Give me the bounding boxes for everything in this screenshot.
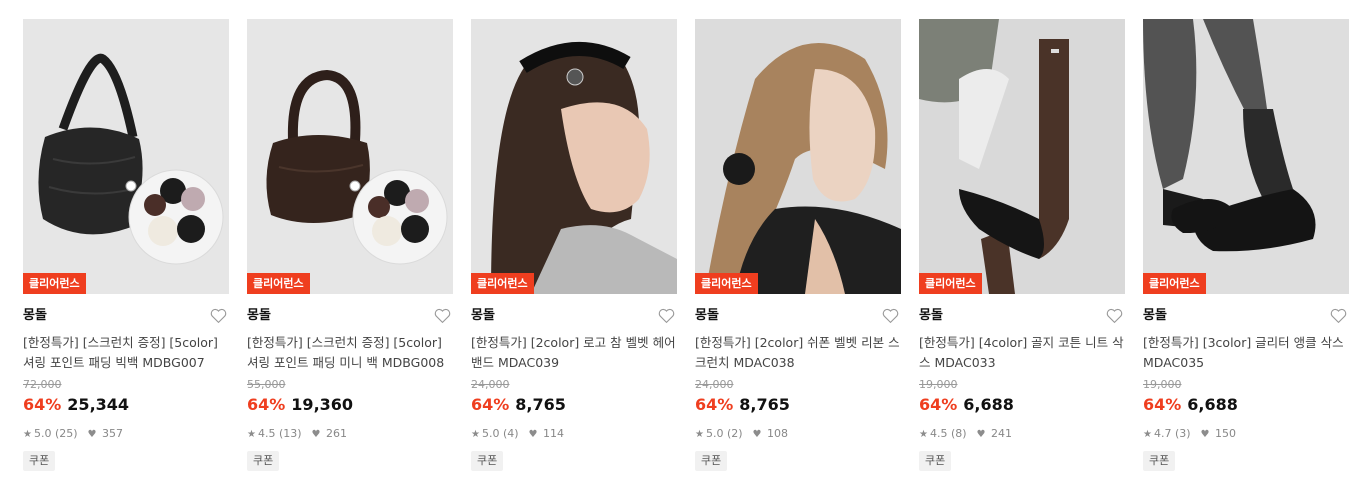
rating: 4.5 (13) [257, 427, 302, 440]
heart-icon[interactable] [434, 308, 451, 324]
heart-icon[interactable] [882, 308, 899, 324]
original-price: 19,000 [919, 378, 958, 391]
clearance-badge: 클리어런스 [695, 273, 758, 294]
coupon-tag[interactable]: 쿠폰 [247, 451, 280, 471]
original-price: 55,000 [247, 378, 286, 391]
heart-icon: ♥ [1200, 429, 1210, 440]
heart-icon: ♥ [752, 429, 762, 440]
heart-icon[interactable] [210, 308, 227, 324]
original-price: 72,000 [23, 378, 62, 391]
sale-price: 6,688 [963, 395, 1014, 414]
coupon-tag[interactable]: 쿠폰 [23, 451, 56, 471]
original-price: 24,000 [695, 378, 734, 391]
heart-icon: ♥ [87, 429, 97, 440]
coupon-tag[interactable]: 쿠폰 [919, 451, 952, 471]
product-title[interactable]: [한정특가] [2color] 로고 참 벨벳 헤어밴드 MDAC039 [471, 333, 677, 373]
clearance-badge: 클리어런스 [247, 273, 310, 294]
clearance-badge: 클리어런스 [1143, 273, 1206, 294]
discount-rate: 64% [247, 395, 286, 414]
coupon-tag[interactable]: 쿠폰 [695, 451, 728, 471]
product-image[interactable]: 클리어런스 [919, 19, 1125, 294]
product-title[interactable]: [한정특가] [스크런치 증정] [5color] 셔링 포인트 패딩 빅백 M… [23, 333, 229, 373]
brand-name[interactable]: 몽돌 [23, 305, 229, 327]
coupon-tag[interactable]: 쿠폰 [471, 451, 504, 471]
heart-icon: ♥ [528, 429, 538, 440]
discount-rate: 64% [919, 395, 958, 414]
sale-price: 6,688 [1187, 395, 1238, 414]
like-count: 241 [991, 427, 1013, 440]
product-title[interactable]: [한정특가] [4color] 골지 코튼 니트 삭스 MDAC033 [919, 333, 1125, 373]
brand-name[interactable]: 몽돌 [471, 305, 677, 327]
star-icon: ★ [919, 429, 928, 440]
coupon-tag[interactable]: 쿠폰 [1143, 451, 1176, 471]
original-price: 24,000 [471, 378, 510, 391]
product-title[interactable]: [한정특가] [2color] 쉬폰 벨벳 리본 스크런치 MDAC038 [695, 333, 901, 373]
sale-price: 8,765 [739, 395, 790, 414]
product-card[interactable]: 클리어런스 몽돌 [한정특가] [스크런치 증정] [5color] 셔링 포인… [247, 19, 453, 471]
sale-price: 8,765 [515, 395, 566, 414]
clearance-badge: 클리어런스 [471, 273, 534, 294]
heart-icon[interactable] [1106, 308, 1123, 324]
like-count: 261 [326, 427, 348, 440]
product-card[interactable]: 클리어런스 몽돌 [한정특가] [4color] 골지 코튼 니트 삭스 MDA… [919, 19, 1125, 471]
product-card[interactable]: 클리어런스 몽돌 [한정특가] [3color] 글리터 앵클 삭스 MDAC0… [1143, 19, 1349, 471]
discount-rate: 64% [23, 395, 62, 414]
rating: 5.0 (4) [481, 427, 519, 440]
product-image[interactable]: 클리어런스 [247, 19, 453, 294]
heart-icon[interactable] [1330, 308, 1347, 324]
star-icon: ★ [1143, 429, 1152, 440]
brand-name[interactable]: 몽돌 [695, 305, 901, 327]
brand-name[interactable]: 몽돌 [247, 305, 453, 327]
clearance-badge: 클리어런스 [23, 273, 86, 294]
product-image[interactable]: 클리어런스 [23, 19, 229, 294]
star-icon: ★ [471, 429, 480, 440]
brand-name[interactable]: 몽돌 [1143, 305, 1349, 327]
original-price: 19,000 [1143, 378, 1182, 391]
rating: 5.0 (25) [33, 427, 78, 440]
product-card[interactable]: 클리어런스 몽돌 [한정특가] [2color] 쉬폰 벨벳 리본 스크런치 M… [695, 19, 901, 471]
heart-icon[interactable] [658, 308, 675, 324]
clearance-badge: 클리어런스 [919, 273, 982, 294]
product-image[interactable]: 클리어런스 [1143, 19, 1349, 294]
star-icon: ★ [23, 429, 32, 440]
product-title[interactable]: [한정특가] [스크런치 증정] [5color] 셔링 포인트 패딩 미니 백… [247, 333, 453, 373]
rating: 4.7 (3) [1153, 427, 1191, 440]
sale-price: 25,344 [67, 395, 130, 414]
sale-price: 19,360 [291, 395, 354, 414]
like-count: 150 [1215, 427, 1237, 440]
rating: 5.0 (2) [705, 427, 743, 440]
product-title[interactable]: [한정특가] [3color] 글리터 앵클 삭스 MDAC035 [1143, 333, 1349, 373]
like-count: 357 [102, 427, 124, 440]
like-count: 108 [767, 427, 789, 440]
discount-rate: 64% [471, 395, 510, 414]
heart-icon: ♥ [976, 429, 986, 440]
like-count: 114 [543, 427, 565, 440]
rating: 4.5 (8) [929, 427, 967, 440]
star-icon: ★ [247, 429, 256, 440]
product-image[interactable]: 클리어런스 [471, 19, 677, 294]
discount-rate: 64% [1143, 395, 1182, 414]
heart-icon: ♥ [311, 429, 321, 440]
brand-name[interactable]: 몽돌 [919, 305, 1125, 327]
product-image[interactable]: 클리어런스 [695, 19, 901, 294]
product-card[interactable]: 클리어런스 몽돌 [한정특가] [2color] 로고 참 벨벳 헤어밴드 MD… [471, 19, 677, 471]
discount-rate: 64% [695, 395, 734, 414]
star-icon: ★ [695, 429, 704, 440]
product-card[interactable]: 클리어런스 몽돌 [한정특가] [스크런치 증정] [5color] 셔링 포인… [23, 19, 229, 471]
